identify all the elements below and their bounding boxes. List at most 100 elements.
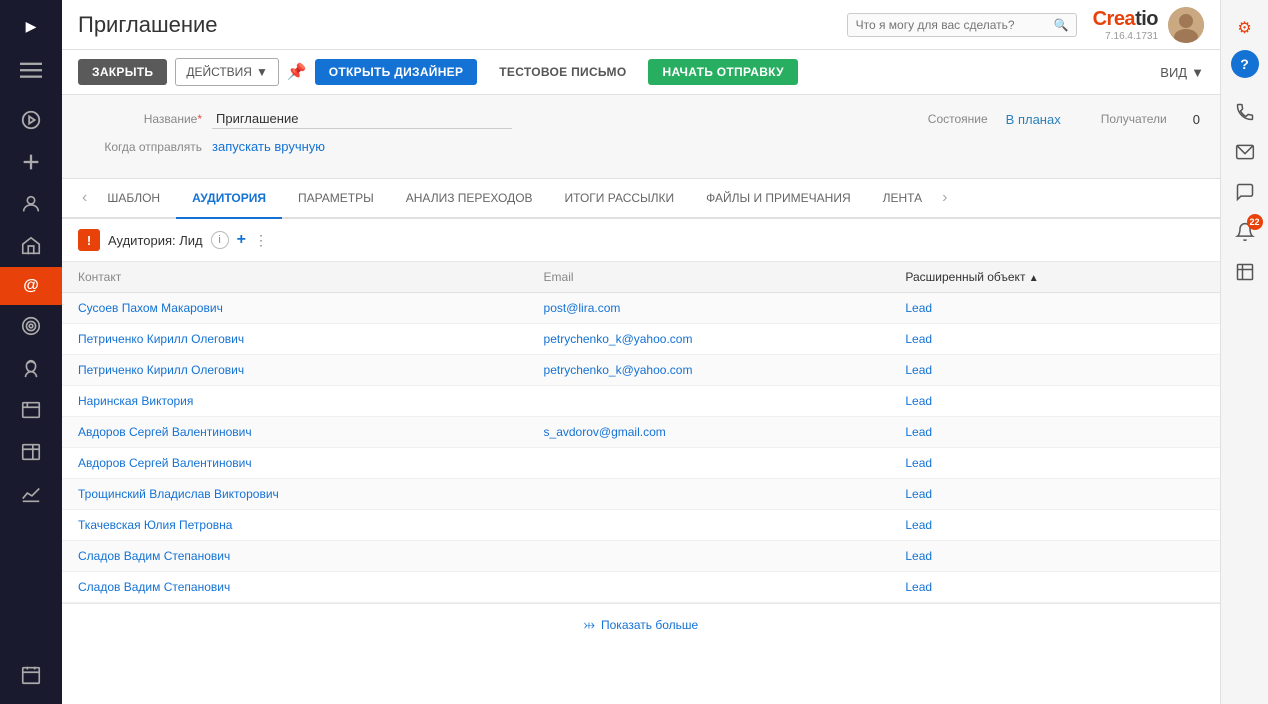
phone-button[interactable]: [1227, 94, 1263, 130]
status-value: В планах: [1006, 112, 1061, 127]
audience-table: Контакт Email Расширенный объект ▲ Сусое…: [62, 262, 1220, 603]
cell-extended-obj[interactable]: Lead: [889, 479, 1220, 510]
cell-email[interactable]: [528, 479, 890, 510]
test-email-button[interactable]: ТЕСТОВОЕ ПИСЬМО: [485, 59, 640, 85]
cell-extended-obj[interactable]: Lead: [889, 293, 1220, 324]
user-avatar[interactable]: [1168, 7, 1204, 43]
help-button[interactable]: ?: [1231, 50, 1259, 78]
table-row: Авдоров Сергей Валентиновичs_avdorov@gma…: [62, 417, 1220, 448]
cell-contact[interactable]: Наринская Виктория: [62, 386, 528, 417]
cell-extended-obj[interactable]: Lead: [889, 386, 1220, 417]
cell-extended-obj[interactable]: Lead: [889, 510, 1220, 541]
tabs-next-btn[interactable]: ›: [938, 189, 951, 207]
cell-email[interactable]: petrychenko_k@yahoo.com: [528, 355, 890, 386]
pin-icon[interactable]: 📌: [287, 62, 307, 82]
close-button[interactable]: ЗАКРЫТЬ: [78, 59, 167, 85]
cell-extended-obj[interactable]: Lead: [889, 417, 1220, 448]
tab-feed[interactable]: ЛЕНТА: [867, 179, 938, 219]
when-row: Когда отправлять запускать вручную: [82, 139, 1200, 154]
cell-contact[interactable]: Трощинский Владислав Викторович: [62, 479, 528, 510]
notification-button[interactable]: 22: [1227, 214, 1263, 250]
status-label: Состояние: [928, 112, 998, 126]
name-value: Приглашение: [212, 109, 512, 129]
top-bar: Приглашение 🔍 Creatio 7.16.4.1731: [62, 0, 1220, 50]
tab-analysis[interactable]: АНАЛИЗ ПЕРЕХОДОВ: [390, 179, 549, 219]
col-contact[interactable]: Контакт: [62, 262, 528, 293]
settings-button[interactable]: ⚙: [1227, 10, 1263, 46]
cell-contact[interactable]: Сусоев Пахом Макарович: [62, 293, 528, 324]
tab-files[interactable]: ФАЙЛЫ И ПРИМЕЧАНИЯ: [690, 179, 867, 219]
when-label: Когда отправлять: [82, 140, 212, 154]
cell-extended-obj[interactable]: Lead: [889, 355, 1220, 386]
content-area: ! Аудитория: Лид i + ⋮ Контакт Email Рас…: [62, 219, 1220, 704]
open-designer-button[interactable]: ОТКРЫТЬ ДИЗАЙНЕР: [315, 59, 478, 85]
table-row: Ткачевская Юлия Петровна Lead: [62, 510, 1220, 541]
audience-menu-icon[interactable]: ⋮: [254, 232, 268, 249]
nav-email[interactable]: @: [0, 267, 62, 305]
cell-email[interactable]: petrychenko_k@yahoo.com: [528, 324, 890, 355]
tabs-prev-btn[interactable]: ‹: [78, 189, 91, 207]
tasks-button[interactable]: [1227, 254, 1263, 290]
name-row: Название* Приглашение Состояние В планах…: [82, 109, 1200, 129]
tab-template[interactable]: ШАБЛОН: [91, 179, 176, 219]
audience-icon: !: [78, 229, 100, 251]
actions-label: ДЕЙСТВИЯ: [186, 65, 252, 79]
table-row: Трощинский Владислав Викторович Lead: [62, 479, 1220, 510]
nav-home[interactable]: [0, 99, 62, 141]
cell-email[interactable]: [528, 386, 890, 417]
actions-button[interactable]: ДЕЙСТВИЯ ▼: [175, 58, 279, 86]
table-row: Петриченко Кирилл Олеговичpetrychenko_k@…: [62, 324, 1220, 355]
sort-desc-icon: ▲: [1029, 273, 1039, 284]
cell-email[interactable]: s_avdorov@gmail.com: [528, 417, 890, 448]
cell-email[interactable]: [528, 541, 890, 572]
creatio-logo-wrapper: Creatio 7.16.4.1731: [1093, 8, 1158, 42]
cell-contact[interactable]: Авдоров Сергей Валентинович: [62, 448, 528, 479]
nav-contacts[interactable]: [0, 183, 62, 225]
col-extended-obj[interactable]: Расширенный объект ▲: [889, 262, 1220, 293]
cell-email[interactable]: [528, 510, 890, 541]
nav-calendar[interactable]: [0, 654, 62, 696]
global-search-input[interactable]: [847, 13, 1077, 37]
cell-extended-obj[interactable]: Lead: [889, 448, 1220, 479]
tab-audience[interactable]: АУДИТОРИЯ: [176, 179, 282, 219]
nav-reports[interactable]: [0, 389, 62, 431]
nav-add[interactable]: [0, 141, 62, 183]
nav-leads[interactable]: [0, 347, 62, 389]
cell-extended-obj[interactable]: Lead: [889, 541, 1220, 572]
col-email[interactable]: Email: [528, 262, 890, 293]
cell-email[interactable]: [528, 448, 890, 479]
cell-extended-obj[interactable]: Lead: [889, 324, 1220, 355]
table-row: Петриченко Кирилл Олеговичpetrychenko_k@…: [62, 355, 1220, 386]
right-panel: ⚙ ? 22: [1220, 0, 1268, 704]
table-row: Сладов Вадим Степанович Lead: [62, 572, 1220, 603]
cell-contact[interactable]: Авдоров Сергей Валентинович: [62, 417, 528, 448]
nav-campaigns[interactable]: [0, 225, 62, 267]
cell-email[interactable]: post@lira.com: [528, 293, 890, 324]
view-button[interactable]: ВИД ▼: [1160, 65, 1204, 80]
tab-results[interactable]: ИТОГИ РАССЫЛКИ: [549, 179, 691, 219]
cell-contact[interactable]: Сладов Вадим Степанович: [62, 572, 528, 603]
cell-extended-obj[interactable]: Lead: [889, 572, 1220, 603]
nav-collapse[interactable]: ▶: [0, 8, 62, 45]
table-row: Сусоев Пахом Макаровичpost@lira.comLead: [62, 293, 1220, 324]
nav-rail: ▶ @: [0, 0, 62, 704]
tab-params[interactable]: ПАРАМЕТРЫ: [282, 179, 390, 219]
nav-analytics[interactable]: [0, 431, 62, 473]
nav-chart[interactable]: [0, 473, 62, 515]
info-icon[interactable]: i: [211, 231, 229, 249]
required-star: *: [197, 112, 202, 126]
cell-contact[interactable]: Сладов Вадим Степанович: [62, 541, 528, 572]
show-more-icon: ⤔: [584, 616, 595, 633]
action-bar: ЗАКРЫТЬ ДЕЙСТВИЯ ▼ 📌 ОТКРЫТЬ ДИЗАЙНЕР ТЕ…: [62, 50, 1220, 95]
cell-contact[interactable]: Петриченко Кирилл Олегович: [62, 355, 528, 386]
add-audience-button[interactable]: +: [237, 231, 246, 249]
cell-email[interactable]: [528, 572, 890, 603]
nav-menu[interactable]: [0, 49, 62, 91]
cell-contact[interactable]: Ткачевская Юлия Петровна: [62, 510, 528, 541]
email-button[interactable]: [1227, 134, 1263, 170]
chat-button[interactable]: [1227, 174, 1263, 210]
start-send-button[interactable]: НАЧАТЬ ОТПРАВКУ: [648, 59, 797, 85]
nav-target[interactable]: [0, 305, 62, 347]
cell-contact[interactable]: Петриченко Кирилл Олегович: [62, 324, 528, 355]
show-more-row[interactable]: ⤔ Показать больше: [62, 603, 1220, 645]
